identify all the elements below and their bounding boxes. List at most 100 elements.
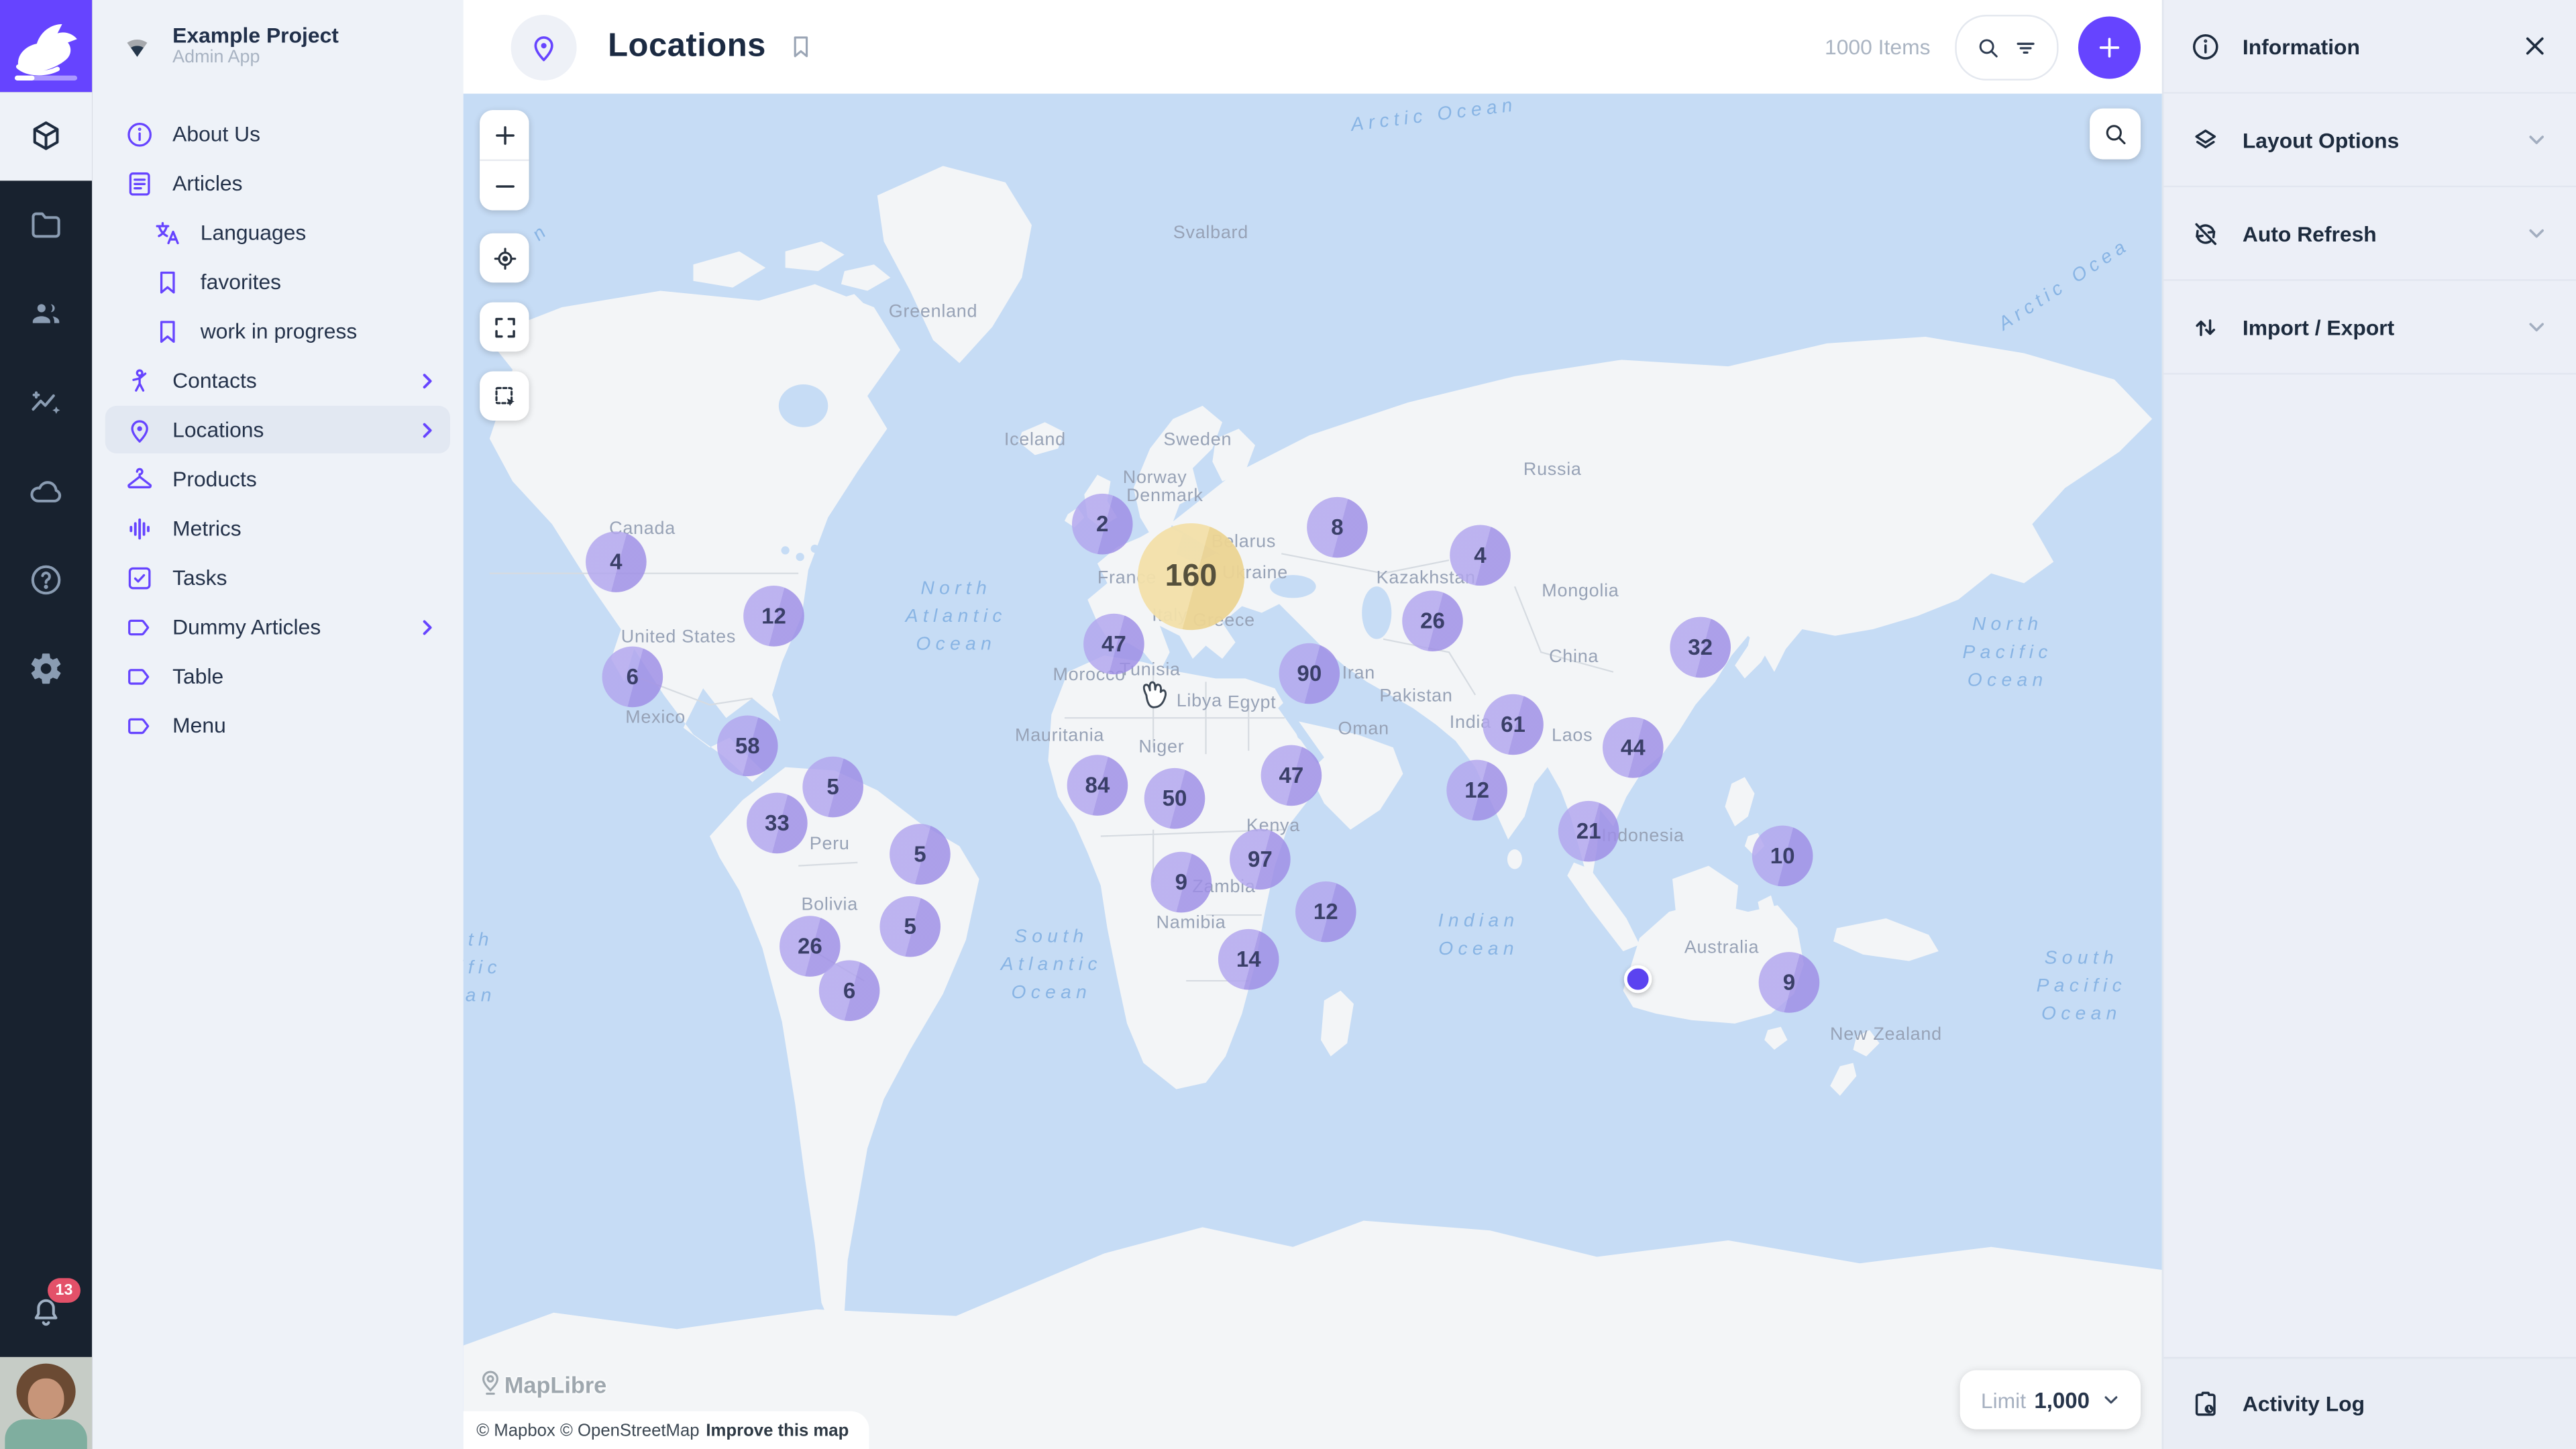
nav-item[interactable]: Dummy Articles xyxy=(105,603,450,651)
notification-badge: 13 xyxy=(48,1278,80,1303)
nav-item[interactable]: Menu xyxy=(105,702,450,749)
nav-item[interactable]: Locations xyxy=(105,406,450,453)
nav-item[interactable]: Articles xyxy=(105,160,450,207)
country-label: Pakistan xyxy=(1379,687,1452,706)
module-list xyxy=(0,92,92,713)
nav-item-label: Tasks xyxy=(172,565,440,590)
map-cluster[interactable]: 2 xyxy=(1072,494,1133,555)
module-button[interactable] xyxy=(0,447,92,535)
map-cluster[interactable]: 12 xyxy=(743,586,804,647)
module-button[interactable] xyxy=(0,180,92,269)
map-cluster[interactable]: 10 xyxy=(1752,826,1813,887)
module-button[interactable] xyxy=(0,92,92,180)
search-filter-button[interactable] xyxy=(1955,14,2058,80)
add-item-button[interactable] xyxy=(2078,15,2141,78)
nav-item[interactable]: Table xyxy=(105,652,450,700)
module-button[interactable] xyxy=(0,535,92,624)
map-cluster[interactable]: 97 xyxy=(1230,829,1291,890)
app-logo[interactable] xyxy=(0,0,92,92)
map-cluster[interactable]: 6 xyxy=(819,960,880,1021)
module-icon xyxy=(28,118,64,154)
map-cluster[interactable]: 84 xyxy=(1067,755,1128,816)
bookmark-icon[interactable] xyxy=(788,33,816,61)
filter-icon xyxy=(2012,34,2039,60)
map-cluster[interactable]: 50 xyxy=(1144,768,1205,829)
map-cluster[interactable]: 9 xyxy=(1151,852,1212,913)
notifications-button[interactable]: 13 xyxy=(0,1269,92,1357)
zoom-out-button[interactable] xyxy=(480,161,529,210)
geolocate-button[interactable] xyxy=(480,233,529,282)
nav-item[interactable]: Products xyxy=(105,455,450,502)
project-subtitle: Admin App xyxy=(172,48,339,69)
user-avatar[interactable] xyxy=(0,1357,92,1449)
ocean-label: uthcificean xyxy=(464,927,502,1011)
map-cluster[interactable]: 44 xyxy=(1603,717,1664,778)
map-cluster[interactable]: 26 xyxy=(1402,590,1463,651)
map-cluster[interactable]: 21 xyxy=(1558,801,1619,862)
nav-item[interactable]: Contacts xyxy=(105,356,450,404)
map-cluster[interactable]: 33 xyxy=(747,793,808,854)
sidebar-section[interactable]: Import / Export xyxy=(2163,281,2576,375)
sidebar-section[interactable]: Layout Options xyxy=(2163,94,2576,188)
close-icon[interactable] xyxy=(2520,32,2550,61)
module-button[interactable] xyxy=(0,358,92,447)
nav-item[interactable]: Metrics xyxy=(105,504,450,552)
map-cluster[interactable]: 47 xyxy=(1083,614,1144,675)
map-cluster[interactable]: 58 xyxy=(717,716,778,777)
country-label: Oman xyxy=(1338,720,1389,739)
map-search-button[interactable] xyxy=(2090,109,2141,160)
country-label: Svalbard xyxy=(1173,223,1248,243)
nav-item[interactable]: About Us xyxy=(105,110,450,158)
map-cluster[interactable]: 160 xyxy=(1138,523,1244,630)
map-cluster[interactable]: 9 xyxy=(1759,952,1820,1013)
nav-item-icon xyxy=(125,415,154,444)
country-label: Namibia xyxy=(1157,914,1226,933)
zoom-in-button[interactable] xyxy=(480,110,529,161)
nav-item[interactable]: favorites xyxy=(105,258,450,305)
map-cluster[interactable]: 14 xyxy=(1218,929,1279,990)
nav-item-icon xyxy=(125,464,154,494)
map-cluster[interactable]: 5 xyxy=(879,896,941,957)
nav-item[interactable]: work in progress xyxy=(105,307,450,355)
map-cluster[interactable]: 8 xyxy=(1307,497,1368,558)
nav-item[interactable]: Tasks xyxy=(105,553,450,601)
limit-dropdown[interactable]: Limit 1,000 xyxy=(1960,1370,2141,1429)
chevron-right-icon xyxy=(414,417,440,443)
header-actions: 1000 Items xyxy=(1825,14,2141,80)
map-canvas[interactable]: CanadaUnited StatesMexicoGreenlandIcelan… xyxy=(464,94,2162,1449)
nav-item[interactable]: Languages xyxy=(105,209,450,256)
map-point-marker[interactable] xyxy=(1624,965,1652,994)
module-button[interactable] xyxy=(0,270,92,358)
collection-icon-button[interactable] xyxy=(511,14,577,80)
sidebar-section-information[interactable]: Information xyxy=(2163,0,2576,94)
module-button[interactable] xyxy=(0,625,92,713)
country-label: China xyxy=(1549,647,1599,667)
nav-item-label: Articles xyxy=(172,171,440,196)
box-select-button[interactable] xyxy=(480,371,529,420)
nav-item-label: Metrics xyxy=(172,516,440,541)
map-cluster[interactable]: 32 xyxy=(1670,617,1731,678)
sidebar-section-icon xyxy=(2190,124,2221,156)
map-cluster[interactable]: 4 xyxy=(1450,525,1511,586)
map-controls xyxy=(480,110,529,440)
map-cluster[interactable]: 5 xyxy=(890,824,951,885)
map-cluster[interactable]: 6 xyxy=(602,647,663,708)
map-cluster[interactable]: 90 xyxy=(1279,643,1340,704)
improve-map-link[interactable]: Improve this map xyxy=(706,1420,849,1440)
sidebar-section[interactable]: Auto Refresh xyxy=(2163,187,2576,281)
map-cluster[interactable]: 61 xyxy=(1483,694,1544,755)
activity-log-button[interactable]: Activity Log xyxy=(2163,1357,2576,1449)
country-label: Greenland xyxy=(889,303,977,322)
map-cluster[interactable]: 12 xyxy=(1446,760,1507,821)
country-label: Libya xyxy=(1177,692,1222,711)
project-chooser[interactable]: Example Project Admin App xyxy=(92,0,463,92)
fullscreen-button[interactable] xyxy=(480,303,529,352)
nav-item-icon xyxy=(153,267,182,297)
nav-item-icon xyxy=(153,217,182,247)
map-cluster[interactable]: 47 xyxy=(1261,745,1322,806)
map-cluster[interactable]: 4 xyxy=(586,531,647,592)
map-cluster[interactable]: 12 xyxy=(1295,881,1356,943)
map-cluster[interactable]: 5 xyxy=(802,757,863,818)
nav-panel: Example Project Admin App About Us Artic… xyxy=(92,0,463,1449)
nav-item-icon xyxy=(125,366,154,395)
